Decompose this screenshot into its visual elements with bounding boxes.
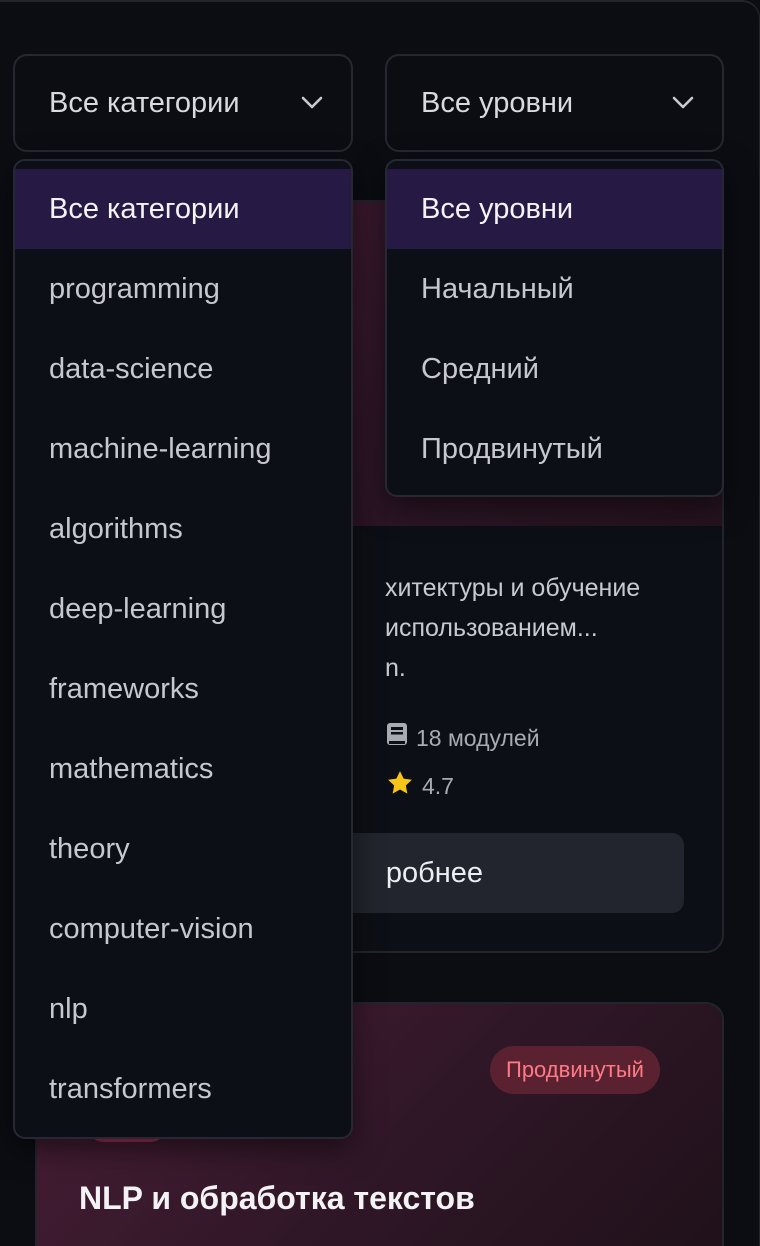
modules-count-text: 18 модулей <box>416 724 540 751</box>
level-select[interactable]: Все уровни <box>385 54 724 152</box>
level-option[interactable]: Начальный <box>387 249 722 329</box>
category-option[interactable]: mathematics <box>15 729 351 809</box>
category-select-value: Все категории <box>49 86 240 119</box>
modules-count: 18 модулей <box>386 722 540 754</box>
chevron-down-icon <box>672 92 694 114</box>
category-select[interactable]: Все категории <box>13 54 353 152</box>
star-icon <box>386 769 414 803</box>
description-line-1: хитектуры и обучение <box>385 574 641 602</box>
category-option[interactable]: programming <box>15 249 351 329</box>
level-option[interactable]: Все уровни <box>387 169 722 249</box>
category-option[interactable]: theory <box>15 809 351 889</box>
category-option[interactable]: computer-vision <box>15 889 351 969</box>
category-option[interactable]: Все категории <box>15 169 351 249</box>
book-icon <box>386 722 408 754</box>
description-line-3: n. <box>385 654 406 682</box>
level-dropdown: Все уровни Начальный Средний Продвинутый <box>385 159 724 497</box>
app-frame: ен хитектуры и обучение использованием..… <box>0 0 760 1246</box>
category-option[interactable]: algorithms <box>15 489 351 569</box>
level-select-value: Все уровни <box>421 86 574 119</box>
level-option[interactable]: Средний <box>387 329 722 409</box>
course-rating: 4.7 <box>386 769 454 803</box>
course-title: NLP и обработка текстов <box>79 1180 475 1216</box>
category-option[interactable]: deep-learning <box>15 569 351 649</box>
category-option[interactable]: frameworks <box>15 649 351 729</box>
description-line-2: использованием... <box>385 614 598 642</box>
rating-value: 4.7 <box>422 772 454 799</box>
category-option[interactable]: machine-learning <box>15 409 351 489</box>
category-option[interactable]: data-science <box>15 329 351 409</box>
level-badge: Продвинутый <box>490 1046 660 1094</box>
category-option[interactable]: transformers <box>15 1049 351 1129</box>
level-option[interactable]: Продвинутый <box>387 409 722 489</box>
category-dropdown: Все категории programming data-science m… <box>13 159 353 1139</box>
category-option[interactable]: nlp <box>15 969 351 1049</box>
chevron-down-icon <box>301 92 323 114</box>
